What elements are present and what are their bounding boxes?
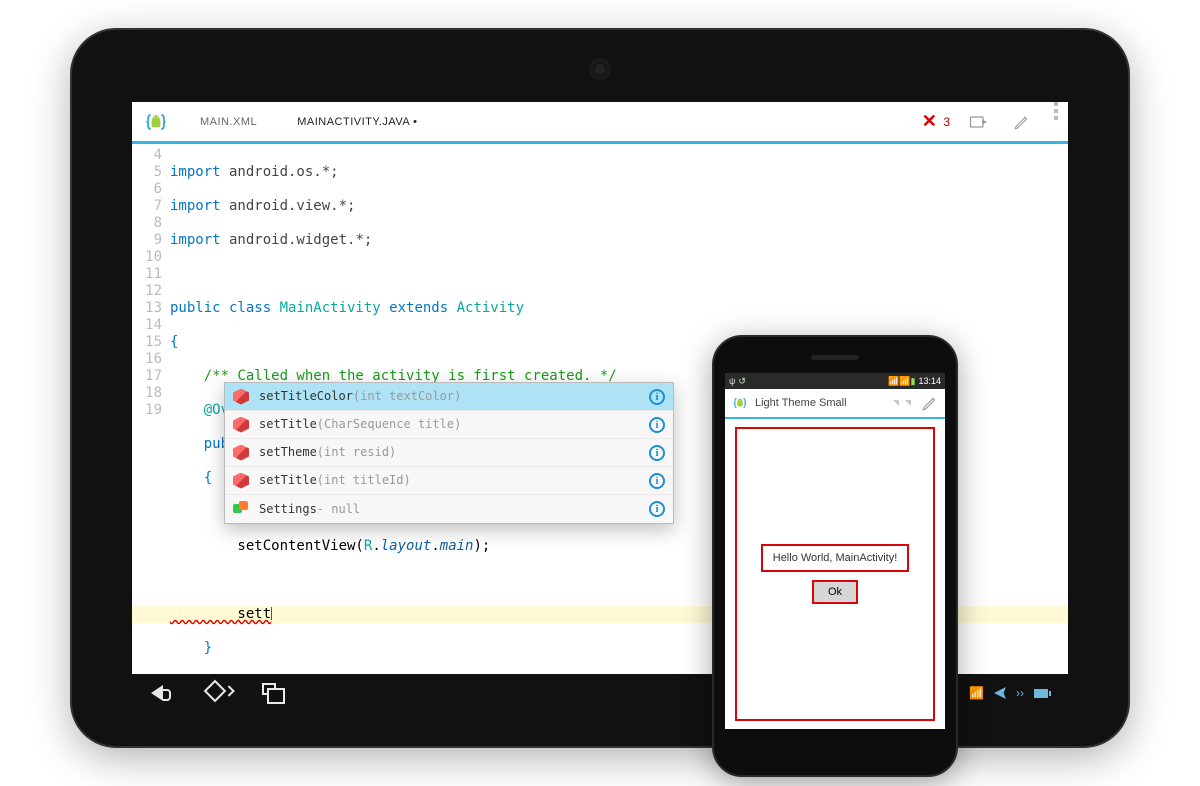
overflow-menu[interactable] — [1054, 102, 1058, 141]
error-x-icon: ✕ — [922, 111, 937, 132]
info-icon[interactable]: i — [649, 417, 665, 433]
tab-label: MAIN.XML — [200, 116, 257, 128]
phone-appbar: Light Theme Small — [725, 389, 945, 419]
info-icon[interactable]: i — [649, 389, 665, 405]
chevrons-icon: ›› — [1016, 686, 1024, 700]
errors-count: 3 — [943, 102, 950, 141]
hello-world-label: Hello World, MainActivity! — [761, 544, 910, 572]
usb-icon: ψ — [729, 376, 735, 386]
text-cursor — [271, 607, 272, 620]
layout-preview: Hello World, MainActivity! Ok — [735, 427, 935, 721]
wifi-icon: 📶 — [899, 376, 910, 387]
method-icon — [233, 417, 249, 433]
recent-icon — [262, 683, 276, 695]
airplane-icon — [994, 687, 1006, 699]
method-icon — [233, 389, 249, 405]
tab-label: MAINACTIVITY.JAVA • — [297, 116, 417, 128]
pencil-icon[interactable] — [921, 394, 939, 412]
signal-icon: 📶 — [888, 376, 899, 387]
autocomplete-item[interactable]: setTitle(int titleId) i — [225, 467, 673, 495]
nav-home-button[interactable] — [206, 682, 228, 704]
phone-speaker — [811, 355, 859, 360]
info-icon[interactable]: i — [649, 445, 665, 461]
class-icon — [233, 501, 249, 517]
pencil-icon — [1013, 113, 1031, 131]
autocomplete-popup: setTitleColor(int textColor) i setTitle(… — [224, 382, 674, 524]
battery-icon: ▮ — [911, 376, 916, 387]
android-braces-icon — [142, 108, 170, 136]
wifi-icon: 📶 — [969, 686, 984, 700]
tablet-frame: MAIN.XML MAINACTIVITY.JAVA • ✕ 3 — [70, 28, 1130, 748]
method-icon — [233, 473, 249, 489]
line-gutter: 45 67 89 1011 1213 1415 1617 1819 — [132, 147, 168, 674]
phone-screen: ψ ↺ 📶 📶 ▮ 13:14 Light Theme Small — [725, 373, 945, 729]
ok-button[interactable]: Ok — [812, 580, 858, 604]
battery-icon — [1034, 689, 1048, 698]
sync-icon: ↺ — [738, 376, 746, 387]
editor-appbar: MAIN.XML MAINACTIVITY.JAVA • ✕ 3 — [132, 102, 1068, 144]
info-icon[interactable]: i — [649, 473, 665, 489]
dot-icon — [1054, 116, 1058, 120]
phone-appbar-title[interactable]: Light Theme Small — [755, 397, 891, 409]
autocomplete-item[interactable]: Settings - null i — [225, 495, 673, 523]
run-button[interactable] — [956, 102, 1000, 141]
tablet-camera — [593, 62, 607, 76]
tab-mainactivity-java[interactable]: MAINACTIVITY.JAVA • — [277, 102, 437, 141]
dot-icon — [1054, 102, 1058, 106]
nav-back-button[interactable] — [150, 682, 172, 704]
spinner-indicator-icon — [893, 400, 899, 406]
android-braces-icon — [731, 394, 749, 412]
edit-button[interactable] — [1000, 102, 1044, 141]
method-icon — [233, 445, 249, 461]
autocomplete-item[interactable]: setTitleColor(int textColor) i — [225, 383, 673, 411]
aide-logo[interactable] — [132, 102, 180, 141]
back-icon — [151, 685, 163, 701]
nav-recent-button[interactable] — [262, 682, 284, 704]
clock: 13:14 — [918, 376, 941, 386]
phone-statusbar: ψ ↺ 📶 📶 ▮ 13:14 — [725, 373, 945, 389]
autocomplete-item[interactable]: setTitle(CharSequence title) i — [225, 411, 673, 439]
info-icon[interactable]: i — [649, 501, 665, 517]
tab-main-xml[interactable]: MAIN.XML — [180, 102, 277, 141]
autocomplete-item[interactable]: setTheme(int resid) i — [225, 439, 673, 467]
run-icon — [968, 112, 988, 132]
dot-icon — [1054, 109, 1058, 113]
home-icon — [204, 680, 227, 703]
spinner-indicator-icon — [905, 400, 911, 406]
phone-frame: ψ ↺ 📶 📶 ▮ 13:14 Light Theme Small — [712, 335, 958, 777]
